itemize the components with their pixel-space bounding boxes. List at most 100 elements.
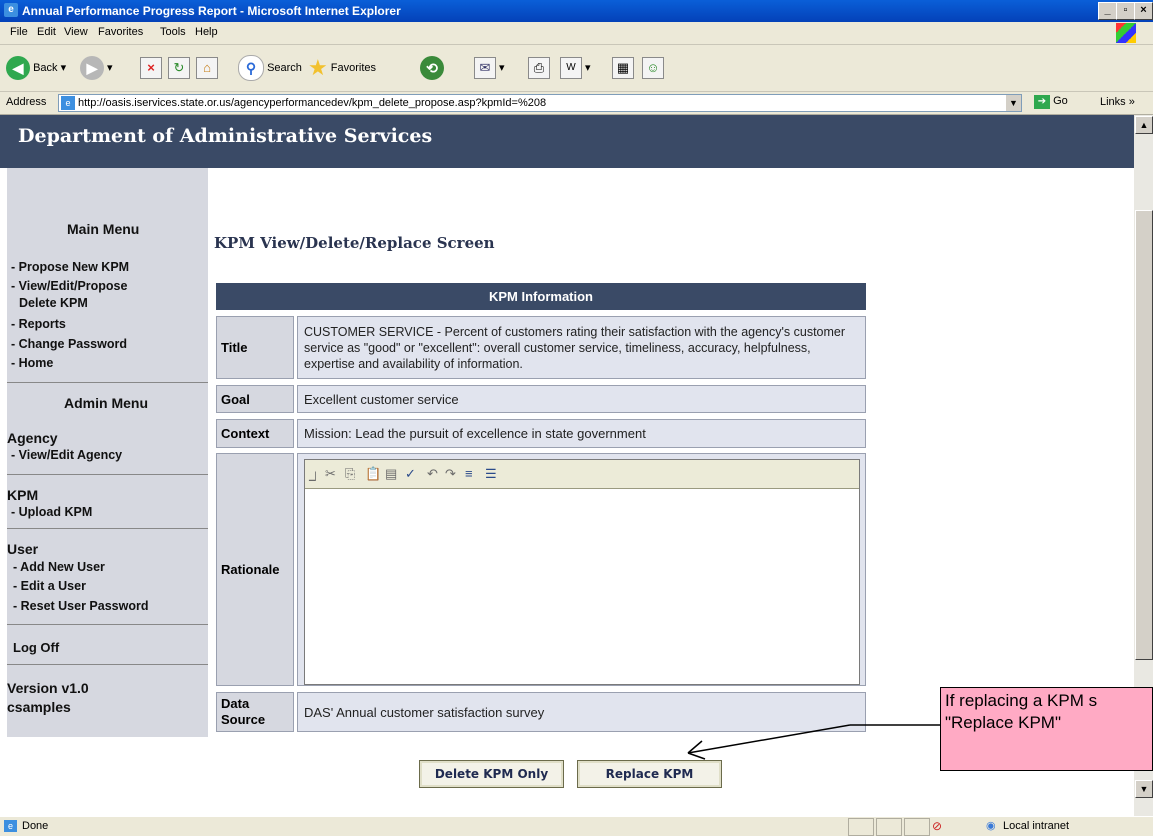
close-button[interactable]: × xyxy=(1134,2,1153,20)
sidebar-item-propose-kpm[interactable]: - Propose New KPM xyxy=(11,260,129,274)
search-label: Search xyxy=(267,62,302,74)
status-panel xyxy=(848,818,874,836)
window-title: Annual Performance Progress Report - Mic… xyxy=(22,4,401,18)
annotation-callout: If replacing a KPM s "Replace KPM" xyxy=(940,687,1153,771)
sidebar-item-delete-kpm[interactable]: Delete KPM xyxy=(19,296,88,310)
forward-button[interactable]: ▶ ▾ xyxy=(80,53,113,83)
callout-line-2: "Replace KPM" xyxy=(945,713,1062,732)
sidebar-item-home[interactable]: - Home xyxy=(11,356,53,370)
version-label: Version v1.0 xyxy=(7,680,89,696)
sidebar: Main Menu - Propose New KPM - View/Edit/… xyxy=(7,168,208,737)
sidebar-item-upload-kpm[interactable]: - Upload KPM xyxy=(11,505,92,519)
page-icon: e xyxy=(4,820,17,832)
copy-icon[interactable]: ⎘ xyxy=(345,466,355,482)
favorites-button[interactable]: ★ Favorites xyxy=(308,53,376,83)
search-button[interactable]: ⚲ Search xyxy=(238,53,302,83)
menu-bar: File Edit View Favorites Tools Help xyxy=(0,22,1153,45)
sidebar-divider xyxy=(7,474,208,475)
menu-view[interactable]: View xyxy=(64,26,88,38)
delete-kpm-button[interactable]: Delete KPM Only xyxy=(419,760,564,788)
numbered-list-icon[interactable]: ≡ xyxy=(465,466,473,481)
edit-button[interactable]: W ▾ xyxy=(560,53,591,83)
sidebar-item-view-edit-agency[interactable]: - View/Edit Agency xyxy=(11,448,122,462)
rationale-label: Rationale xyxy=(216,453,294,686)
url-text: http://oasis.iservices.state.or.us/agenc… xyxy=(78,97,547,109)
callout-arrow xyxy=(687,724,940,760)
redo-icon[interactable]: ↷ xyxy=(445,466,456,482)
site-header: Department of Administrative Services xyxy=(0,115,1134,168)
links-label[interactable]: Links » xyxy=(1100,96,1135,108)
main-menu-heading: Main Menu xyxy=(67,221,140,237)
word-icon: W xyxy=(560,57,582,80)
paste-icon[interactable]: 📋 xyxy=(365,466,381,482)
research-button[interactable]: ▦ xyxy=(612,53,634,83)
toolbar: ◀ Back ▾ ▶ ▾ × ↻ ⌂ ⚲ Search ★ Favorites … xyxy=(0,45,1153,92)
toolbar-grip-icon: ▁▏ xyxy=(309,472,322,481)
go-arrow-icon: ➔ xyxy=(1034,95,1050,109)
print-icon: ⎙ xyxy=(528,57,550,80)
paste-word-icon[interactable]: ▤ xyxy=(385,466,397,482)
admin-menu-heading: Admin Menu xyxy=(64,395,148,411)
sidebar-item-view-edit-propose[interactable]: - View/Edit/Propose xyxy=(11,279,127,293)
go-button[interactable]: ➔ Go xyxy=(1034,95,1068,109)
window-title-bar: e Annual Performance Progress Report - M… xyxy=(0,0,1153,22)
agency-heading: Agency xyxy=(7,430,58,446)
stop-icon: × xyxy=(140,57,162,80)
sidebar-item-edit-user[interactable]: - Edit a User xyxy=(13,579,86,593)
messenger-button[interactable]: ☺ xyxy=(642,53,664,83)
messenger-icon: ☺ xyxy=(642,57,664,80)
intranet-icon: ◉ xyxy=(986,820,996,832)
status-panel xyxy=(904,818,930,836)
bullet-list-icon[interactable]: ☰ xyxy=(485,466,497,482)
menu-tools[interactable]: Tools xyxy=(160,26,186,38)
status-text: Done xyxy=(22,820,49,832)
callout-line-1: If replacing a KPM s xyxy=(945,691,1098,710)
forward-arrow-icon: ▶ xyxy=(80,56,104,81)
menu-edit[interactable]: Edit xyxy=(37,26,56,38)
editor-toolbar: ▁▏ ✂ ⎘ 📋 ▤ ✓ ↶ ↷ ≡ ☰ xyxy=(305,460,859,489)
address-label: Address xyxy=(6,96,47,108)
mail-button[interactable]: ✉ ▾ xyxy=(474,53,505,83)
scroll-thumb[interactable] xyxy=(1135,210,1153,660)
minimize-button[interactable]: _ xyxy=(1098,2,1117,20)
refresh-button[interactable]: ↻ xyxy=(168,53,190,83)
print-button[interactable]: ⎙ xyxy=(528,53,550,83)
scroll-down-icon[interactable]: ▼ xyxy=(1135,780,1153,798)
history-button[interactable]: ⟲ xyxy=(420,53,444,83)
menu-help[interactable]: Help xyxy=(195,26,218,38)
back-button[interactable]: ◀ Back ▾ xyxy=(6,53,66,83)
maximize-button[interactable]: ▫ xyxy=(1116,2,1135,20)
status-bar: e Done ⊘ ◉ Local intranet xyxy=(0,816,1153,836)
sidebar-divider xyxy=(7,528,208,529)
title-value: CUSTOMER SERVICE - Percent of customers … xyxy=(297,316,866,379)
screen-title: KPM View/Delete/Replace Screen xyxy=(214,234,495,252)
home-button[interactable]: ⌂ xyxy=(196,53,218,83)
sidebar-item-reports[interactable]: - Reports xyxy=(11,317,66,331)
rationale-editor: ▁▏ ✂ ⎘ 📋 ▤ ✓ ↶ ↷ ≡ ☰ xyxy=(304,459,860,685)
spellcheck-icon[interactable]: ✓ xyxy=(405,466,416,482)
undo-icon[interactable]: ↶ xyxy=(427,466,438,482)
rationale-textarea[interactable] xyxy=(307,492,857,680)
menu-file[interactable]: File xyxy=(10,26,28,38)
go-label: Go xyxy=(1053,95,1068,107)
page-icon: e xyxy=(61,96,75,110)
cut-icon[interactable]: ✂ xyxy=(325,466,336,482)
context-label: Context xyxy=(216,419,294,448)
goal-label: Goal xyxy=(216,385,294,413)
site-title: Department of Administrative Services xyxy=(18,125,433,147)
popup-blocked-icon[interactable]: ⊘ xyxy=(932,819,942,833)
url-dropdown-icon[interactable]: ▼ xyxy=(1006,95,1021,111)
sidebar-item-add-user[interactable]: - Add New User xyxy=(13,560,105,574)
stop-button[interactable]: × xyxy=(140,53,162,83)
sidebar-item-reset-password[interactable]: - Reset User Password xyxy=(13,599,148,613)
menu-favorites[interactable]: Favorites xyxy=(98,26,143,38)
zone-label: Local intranet xyxy=(1003,820,1070,832)
ie-logo-icon: e xyxy=(4,3,18,17)
windows-logo-icon xyxy=(1116,23,1136,43)
sidebar-item-log-off[interactable]: Log Off xyxy=(13,640,59,655)
back-arrow-icon: ◀ xyxy=(6,56,30,81)
url-input[interactable]: e http://oasis.iservices.state.or.us/agen… xyxy=(58,94,1022,112)
history-icon: ⟲ xyxy=(420,56,444,81)
sidebar-item-change-password[interactable]: - Change Password xyxy=(11,337,127,351)
scroll-up-icon[interactable]: ▲ xyxy=(1135,116,1153,134)
